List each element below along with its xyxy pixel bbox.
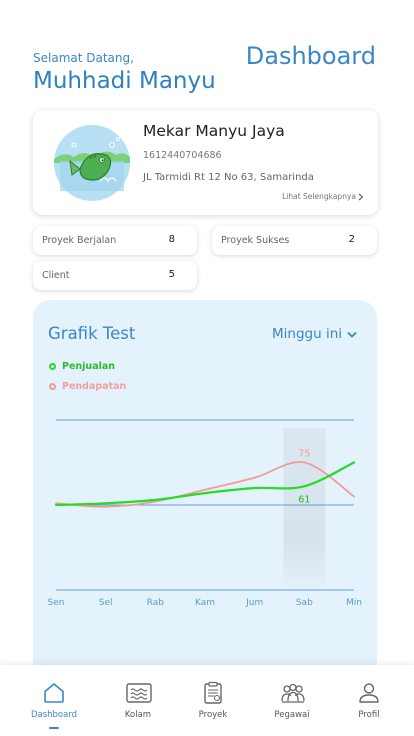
stat-proyek-sukses[interactable]: Proyek Sukses 2 bbox=[212, 226, 377, 255]
project-icon bbox=[204, 681, 222, 704]
period-dropdown[interactable]: Minggu ini bbox=[272, 326, 357, 342]
chevron-right-icon bbox=[358, 193, 364, 200]
user-name: Muhhadi Manyu bbox=[33, 68, 216, 94]
see-more-label: Lihat Selengkapnya bbox=[282, 192, 356, 201]
home-icon bbox=[44, 683, 64, 703]
profile-icon bbox=[359, 683, 379, 703]
company-name: Mekar Manyu Jaya bbox=[143, 122, 285, 140]
x-tick-label: Jum bbox=[245, 598, 263, 608]
period-label: Minggu ini bbox=[272, 326, 342, 342]
chart-card: 75 61 Sen Sel Rab Kam Jum Sab Min Grafik Test Mi… bbox=[33, 300, 377, 680]
data-label: 61 bbox=[298, 494, 310, 505]
nav-label: Proyek bbox=[198, 710, 228, 720]
stat-label: Proyek Sukses bbox=[221, 235, 290, 246]
legend-marker bbox=[49, 383, 56, 390]
active-tab-indicator bbox=[49, 727, 59, 729]
nav-label: Kolam bbox=[124, 710, 152, 720]
greeting-text: Selamat Datang, bbox=[33, 51, 134, 65]
x-tick-label: Sel bbox=[99, 598, 113, 608]
legend-marker bbox=[49, 363, 56, 370]
x-tick-label: Sen bbox=[48, 598, 65, 608]
nav-label: Profil bbox=[358, 710, 380, 720]
stat-value: 2 bbox=[348, 234, 355, 245]
nav-item-kolam[interactable]: Kolam bbox=[98, 665, 178, 736]
legend-item-penjualan: Penjualan bbox=[49, 361, 115, 372]
line-chart: 75 61 Sen Sel Rab Kam Jum Sab Min bbox=[48, 419, 362, 608]
company-address: JL Tarmidi Rt 12 No 63, Samarinda bbox=[143, 172, 314, 183]
nav-label: Dashboard bbox=[30, 710, 78, 720]
stat-label: Client bbox=[42, 270, 70, 281]
employees-icon bbox=[281, 683, 305, 703]
data-label: 75 bbox=[298, 449, 310, 460]
pond-icon bbox=[126, 683, 152, 703]
legend-label: Pendapatan bbox=[62, 381, 127, 392]
company-card[interactable]: Mekar Manyu Jaya 1612440704686 JL Tarmid… bbox=[33, 110, 378, 215]
nav-item-proyek[interactable]: Proyek bbox=[173, 665, 253, 736]
stat-proyek-berjalan[interactable]: Proyek Berjalan 8 bbox=[33, 226, 197, 255]
stat-label: Proyek Berjalan bbox=[42, 235, 117, 246]
x-tick-label: Min bbox=[346, 598, 362, 608]
stat-value: 8 bbox=[168, 234, 175, 245]
bottom-navigation: Dashboard Kolam Proyek Pegawai Profil bbox=[0, 665, 414, 736]
company-phone: 1612440704686 bbox=[143, 150, 222, 161]
chevron-down-icon bbox=[347, 331, 357, 338]
legend-item-pendapatan: Pendapatan bbox=[49, 381, 126, 392]
nav-item-pegawai[interactable]: Pegawai bbox=[252, 665, 332, 736]
company-logo bbox=[54, 125, 130, 201]
legend-label: Penjualan bbox=[62, 361, 116, 372]
stat-client[interactable]: Client 5 bbox=[33, 261, 197, 290]
nav-item-dashboard[interactable]: Dashboard bbox=[14, 665, 94, 736]
page-title: Dashboard bbox=[245, 42, 376, 70]
nav-item-profil[interactable]: Profil bbox=[329, 665, 409, 736]
x-tick-label: Kam bbox=[195, 598, 215, 608]
x-tick-label: Sab bbox=[296, 598, 313, 608]
x-tick-label: Rab bbox=[147, 598, 165, 608]
stat-value: 5 bbox=[168, 269, 175, 280]
nav-label: Pegawai bbox=[274, 710, 310, 720]
chart-title: Grafik Test bbox=[48, 324, 136, 343]
see-more-link[interactable]: Lihat Selengkapnya bbox=[282, 192, 364, 201]
